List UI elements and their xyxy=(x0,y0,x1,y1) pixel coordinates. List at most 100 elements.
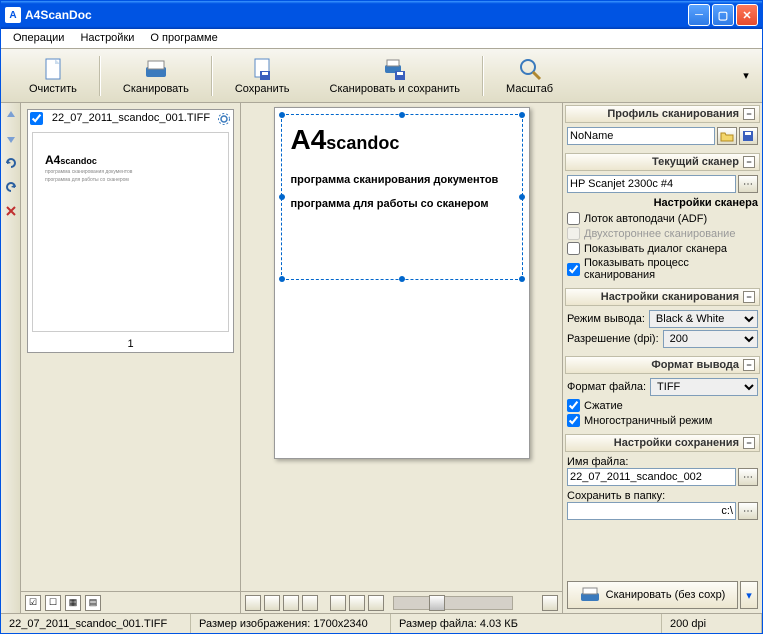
fit-button[interactable] xyxy=(245,595,261,611)
close-button[interactable]: ✕ xyxy=(736,4,758,26)
collapse-button[interactable]: − xyxy=(743,359,755,371)
status-image-size: Размер изображения: 1700x2340 xyxy=(191,614,391,633)
magnifier-icon xyxy=(518,57,542,81)
crop-handle[interactable] xyxy=(519,112,525,118)
scanner-settings-label: Настройки сканера xyxy=(567,195,758,211)
rotate-right-icon[interactable] xyxy=(3,179,19,195)
separator xyxy=(482,56,484,96)
output-mode-select[interactable]: Black & White xyxy=(649,310,758,328)
scanner-section-header: Текущий сканер − xyxy=(565,153,760,171)
show-dialog-checkbox[interactable] xyxy=(567,242,580,255)
adf-checkbox[interactable] xyxy=(567,212,580,225)
filename-input[interactable] xyxy=(567,468,736,486)
menu-operations[interactable]: Операции xyxy=(7,31,70,46)
menu-about[interactable]: О программе xyxy=(144,31,223,46)
zoom-slider[interactable] xyxy=(393,596,513,610)
show-progress-checkbox[interactable] xyxy=(567,263,580,276)
crop-handle[interactable] xyxy=(279,112,285,118)
profile-save-button[interactable] xyxy=(739,127,759,145)
scanner-input[interactable] xyxy=(567,175,736,193)
clear-button[interactable]: Очистить xyxy=(9,52,97,100)
fit-width-button[interactable] xyxy=(264,595,280,611)
crop-handle[interactable] xyxy=(399,276,405,282)
dpi-select[interactable]: 200 xyxy=(663,330,758,348)
crop-handle[interactable] xyxy=(519,276,525,282)
separator xyxy=(99,56,101,96)
duplex-checkbox xyxy=(567,227,580,240)
folder-input[interactable] xyxy=(567,502,736,520)
format-section-header: Формат вывода − xyxy=(565,356,760,374)
status-dpi: 200 dpi xyxy=(662,614,762,633)
scan-settings-header: Настройки сканирования − xyxy=(565,288,760,306)
crop-handle[interactable] xyxy=(519,194,525,200)
settings-panel: Профиль сканирования − Текущий сканер − … xyxy=(562,103,762,613)
gear-icon[interactable] xyxy=(217,112,231,126)
deselect-all-button[interactable]: ☐ xyxy=(45,595,61,611)
scanner-icon xyxy=(144,57,168,81)
delete-icon[interactable] xyxy=(3,203,19,219)
thumbnail-page-number: 1 xyxy=(28,336,233,352)
statusbar: 22_07_2011_scandoc_001.TIFF Размер изобр… xyxy=(1,613,762,633)
zoom-label: Масштаб xyxy=(506,83,553,95)
move-up-icon[interactable] xyxy=(3,107,19,123)
filename-browse-button[interactable]: ⋯ xyxy=(738,468,758,486)
thumbnail-item[interactable]: 22_07_2011_scandoc_001.TIFF A4scandoc пр… xyxy=(27,109,234,353)
scan-save-button[interactable]: Сканировать и сохранить xyxy=(310,52,481,100)
view-grid-button[interactable]: ▦ xyxy=(65,595,81,611)
collapse-button[interactable]: − xyxy=(743,437,755,449)
select-all-button[interactable]: ☑ xyxy=(25,595,41,611)
collapse-button[interactable]: − xyxy=(743,108,755,120)
maximize-button[interactable]: ▢ xyxy=(712,4,734,26)
separator xyxy=(211,56,213,96)
compress-checkbox[interactable] xyxy=(567,399,580,412)
save-button[interactable]: Сохранить xyxy=(215,52,310,100)
preview-footer xyxy=(241,591,562,613)
vertical-toolbar xyxy=(1,103,21,613)
scanner-icon xyxy=(580,587,600,603)
preview-document[interactable]: A4scandoc программа сканирования докумен… xyxy=(274,107,530,459)
thumbnail-panel: 22_07_2011_scandoc_001.TIFF A4scandoc пр… xyxy=(21,103,241,613)
crop-handle[interactable] xyxy=(279,194,285,200)
scan-dropdown-button[interactable]: ▾ xyxy=(740,581,758,609)
window-title: A4ScanDoc xyxy=(25,8,688,22)
toolbar-dropdown[interactable]: ▾ xyxy=(738,68,754,84)
rotate-left-icon[interactable] xyxy=(3,155,19,171)
titlebar: A A4ScanDoc ─ ▢ ✕ xyxy=(1,1,762,29)
preview-panel: A4scandoc программа сканирования докумен… xyxy=(241,103,562,613)
profile-section-header: Профиль сканирования − xyxy=(565,105,760,123)
region-button[interactable] xyxy=(542,595,558,611)
multipage-checkbox[interactable] xyxy=(567,414,580,427)
scan-nosave-button[interactable]: Сканировать (без сохр) xyxy=(567,581,738,609)
zoom-100-button[interactable] xyxy=(349,595,365,611)
scan-button[interactable]: Сканировать xyxy=(103,52,209,100)
minimize-button[interactable]: ─ xyxy=(688,4,710,26)
scan-save-label: Сканировать и сохранить xyxy=(330,83,461,95)
zoom-in-button[interactable] xyxy=(368,595,384,611)
save-label: Сохранить xyxy=(235,83,290,95)
profile-open-button[interactable] xyxy=(717,127,737,145)
zoom-button[interactable]: Масштаб xyxy=(486,52,573,100)
thumbnail-filename: 22_07_2011_scandoc_001.TIFF xyxy=(45,112,217,124)
menu-settings[interactable]: Настройки xyxy=(74,31,140,46)
clear-label: Очистить xyxy=(29,83,77,95)
menubar: Операции Настройки О программе xyxy=(1,29,762,49)
crop-rectangle[interactable] xyxy=(281,114,523,280)
profile-input[interactable] xyxy=(567,127,715,145)
status-file-size: Размер файла: 4.03 КБ xyxy=(391,614,662,633)
slider-thumb[interactable] xyxy=(429,595,445,611)
folder-browse-button[interactable]: ⋯ xyxy=(738,502,758,520)
full-button[interactable] xyxy=(302,595,318,611)
thumbnail-checkbox[interactable] xyxy=(30,112,43,125)
zoom-out-button[interactable] xyxy=(330,595,346,611)
file-format-select[interactable]: TIFF xyxy=(650,378,758,396)
move-down-icon[interactable] xyxy=(3,131,19,147)
crop-handle[interactable] xyxy=(399,112,405,118)
app-window: A A4ScanDoc ─ ▢ ✕ Операции Настройки О п… xyxy=(0,0,763,634)
collapse-button[interactable]: − xyxy=(743,291,755,303)
crop-handle[interactable] xyxy=(279,276,285,282)
scanner-browse-button[interactable]: ⋯ xyxy=(738,175,758,193)
thumbnail-footer: ☑ ☐ ▦ ▤ xyxy=(21,591,240,613)
view-list-button[interactable]: ▤ xyxy=(85,595,101,611)
fit-height-button[interactable] xyxy=(283,595,299,611)
collapse-button[interactable]: − xyxy=(743,156,755,168)
